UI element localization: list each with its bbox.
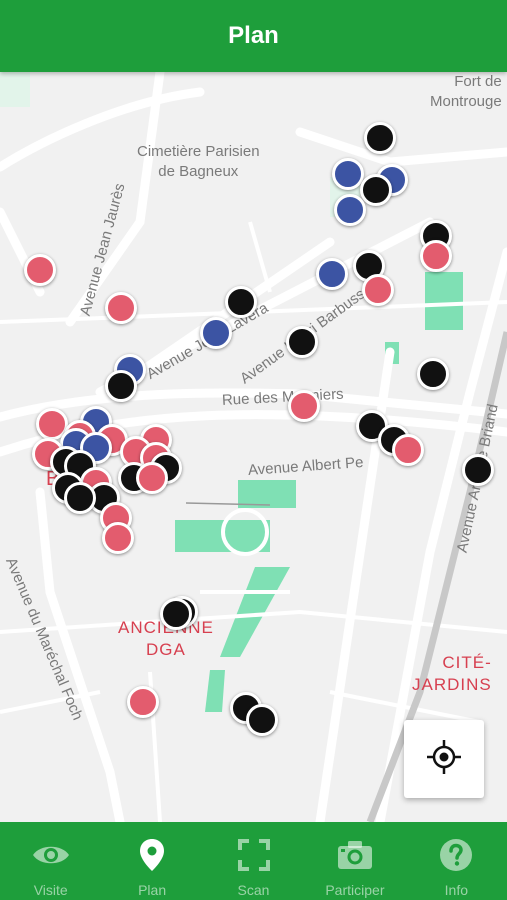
help-circle-icon bbox=[439, 838, 473, 872]
tab-participer[interactable]: Participer bbox=[304, 822, 405, 900]
map-pin-icon bbox=[139, 838, 165, 872]
map-marker[interactable] bbox=[417, 358, 449, 390]
map-marker[interactable] bbox=[105, 292, 137, 324]
bottom-tab-bar: Visite Plan Scan Participer Info bbox=[0, 822, 507, 900]
label-cemetery: Cimetière Parisien de Bagneux bbox=[137, 143, 260, 180]
label-fort-montrouge: Fort de Montrouge bbox=[430, 73, 502, 110]
park-area bbox=[205, 670, 225, 712]
map-marker[interactable] bbox=[420, 240, 452, 272]
park-area bbox=[425, 272, 463, 330]
map-marker[interactable] bbox=[288, 390, 320, 422]
app-header: Plan bbox=[0, 0, 507, 72]
label-cite-jardins: CITÉ- JARDINS bbox=[412, 653, 492, 694]
tab-label: Info bbox=[444, 882, 468, 898]
map-marker[interactable] bbox=[462, 454, 494, 486]
tab-plan[interactable]: Plan bbox=[101, 822, 202, 900]
map-marker[interactable] bbox=[364, 122, 396, 154]
map-marker[interactable] bbox=[360, 174, 392, 206]
map-marker[interactable] bbox=[332, 158, 364, 190]
map-marker[interactable] bbox=[102, 522, 134, 554]
tab-label: Scan bbox=[237, 882, 270, 898]
map-marker[interactable] bbox=[246, 704, 278, 736]
map-marker[interactable] bbox=[334, 194, 366, 226]
road-ne bbox=[295, 127, 507, 167]
map-marker[interactable] bbox=[392, 434, 424, 466]
map-marker[interactable] bbox=[160, 598, 192, 630]
map-marker[interactable] bbox=[105, 370, 137, 402]
map-marker[interactable] bbox=[136, 462, 168, 494]
camera-icon bbox=[337, 838, 373, 872]
tab-label: Plan bbox=[138, 882, 167, 898]
map-marker[interactable] bbox=[286, 326, 318, 358]
map-marker[interactable] bbox=[362, 274, 394, 306]
tab-label: Visite bbox=[33, 882, 68, 898]
map-marker[interactable] bbox=[64, 482, 96, 514]
map-marker[interactable] bbox=[127, 686, 159, 718]
map-marker[interactable] bbox=[200, 317, 232, 349]
locate-me-button[interactable] bbox=[404, 720, 484, 798]
scan-frame-icon bbox=[237, 838, 270, 872]
eye-icon bbox=[32, 838, 70, 872]
map-marker[interactable] bbox=[24, 254, 56, 286]
crosshair-icon bbox=[424, 737, 464, 782]
tab-scan[interactable]: Scan bbox=[203, 822, 304, 900]
tab-label: Participer bbox=[325, 882, 385, 898]
tab-info[interactable]: Info bbox=[406, 822, 507, 900]
map-marker[interactable] bbox=[316, 258, 348, 290]
page-title: Plan bbox=[228, 22, 279, 49]
park-area bbox=[0, 72, 30, 107]
map-marker[interactable] bbox=[225, 286, 257, 318]
tab-visite[interactable]: Visite bbox=[0, 822, 101, 900]
map-view[interactable]: Fort de Montrouge Cimetière Parisien de … bbox=[0, 72, 507, 822]
